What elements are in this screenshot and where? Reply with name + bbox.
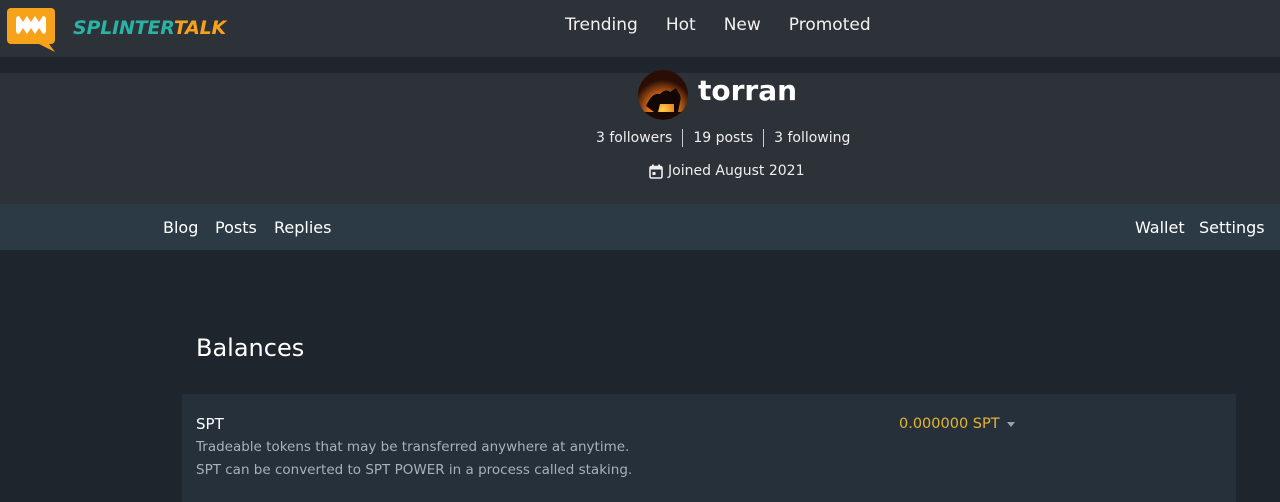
logo-wordmark: SPLINTERTALK — [73, 17, 226, 39]
tab-blog[interactable]: Blog — [163, 218, 198, 238]
tab-replies[interactable]: Replies — [274, 218, 331, 238]
splintertalk-logo[interactable]: SPLINTERTALK — [7, 6, 226, 54]
token-description-1: Tradeable tokens that may be transferred… — [196, 439, 630, 455]
caret-down-icon — [1006, 421, 1015, 427]
nav-trending[interactable]: Trending — [565, 14, 638, 36]
token-amount: 0.000000 SPT — [899, 416, 1000, 432]
avatar[interactable] — [638, 70, 688, 120]
tab-wallet[interactable]: Wallet — [1135, 218, 1185, 238]
joined-label: Joined August 2021 — [668, 163, 805, 179]
tab-posts[interactable]: Posts — [215, 218, 257, 238]
stats-divider — [763, 129, 765, 147]
balances-heading: Balances — [196, 334, 305, 362]
nav-new[interactable]: New — [724, 14, 761, 36]
posts-count[interactable]: 19 posts — [693, 130, 753, 146]
nav-hot[interactable]: Hot — [666, 14, 696, 36]
logo-monster-icon — [7, 8, 55, 52]
logo-text-splinter: SPLINTER — [73, 17, 174, 39]
profile-stats: 3 followers 19 posts 3 following — [596, 128, 850, 148]
top-header: SPLINTERTALK Trending Hot New Promoted — [0, 0, 1280, 57]
profile-tabs: Blog Posts Replies Wallet Settings — [0, 204, 1280, 250]
joined-date: Joined August 2021 — [649, 161, 804, 181]
main-nav: Trending Hot New Promoted — [565, 14, 899, 36]
nav-promoted[interactable]: Promoted — [789, 14, 871, 36]
tab-settings[interactable]: Settings — [1199, 218, 1265, 238]
stats-divider — [682, 129, 684, 147]
profile-username: torran — [698, 74, 798, 107]
calendar-icon — [649, 164, 663, 179]
followers-count[interactable]: 3 followers — [596, 130, 672, 146]
header-gap — [0, 57, 1280, 73]
following-count[interactable]: 3 following — [774, 130, 850, 146]
token-amount-dropdown[interactable]: 0.000000 SPT — [899, 414, 1015, 434]
avatar-image — [638, 70, 688, 120]
logo-text-talk: TALK — [173, 17, 227, 39]
token-name: SPT — [196, 415, 224, 433]
spt-balance-card: SPT Tradeable tokens that may be transfe… — [182, 394, 1236, 502]
token-description-2: SPT can be converted to SPT POWER in a p… — [196, 462, 633, 478]
